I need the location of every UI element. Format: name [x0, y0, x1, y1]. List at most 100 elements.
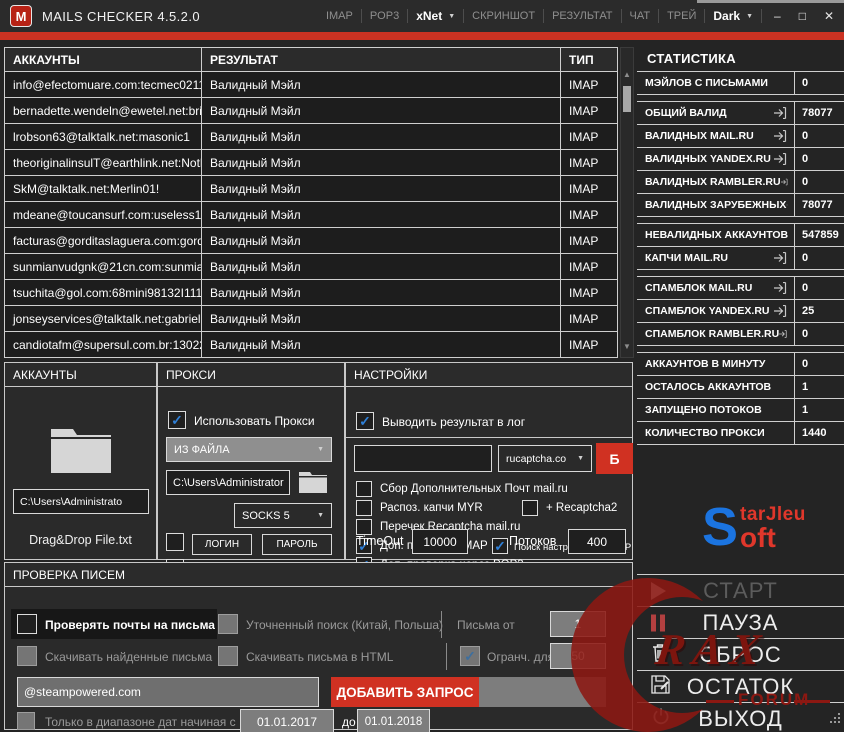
date-to-input[interactable]: 01.01.2018 — [357, 709, 430, 732]
table-row[interactable]: jonseyservices@talktalk.net:gabrielle Вал… — [5, 306, 617, 332]
add-query-button[interactable]: ДОБАВИТЬ ЗАПРОС — [331, 677, 479, 707]
column-header-type[interactable]: ТИП — [561, 48, 617, 71]
exit-button[interactable]: ВЫХОД — [637, 703, 844, 732]
export-arrow-icon[interactable] — [774, 107, 788, 119]
maximize-button[interactable]: □ — [799, 9, 806, 23]
password-button[interactable]: ПАРОЛЬ — [262, 534, 332, 555]
stat-label: ВАЛИДНЫХ MAIL.RU — [645, 130, 754, 142]
close-button[interactable]: ✕ — [824, 9, 834, 23]
menu-chat[interactable]: ЧАТ — [622, 10, 659, 22]
menu-xnet-dropdown[interactable]: xNet ▼ — [408, 9, 463, 23]
type-cell: IMAP — [569, 285, 599, 300]
start-button[interactable]: СТАРТ — [637, 575, 844, 607]
chevron-down-icon: ▼ — [448, 12, 456, 20]
accounts-panel-title: АККАУНТЫ — [5, 363, 156, 387]
balance-button[interactable]: Б — [596, 443, 633, 474]
proxy-file-field[interactable]: C:\Users\Administrator — [166, 470, 290, 495]
scrollbar-thumb[interactable] — [623, 86, 631, 112]
stat-row: МЭЙЛОВ С ПИСЬМАМИ 0 — [637, 72, 844, 95]
account-cell: candiotafm@supersul.com.br:13022( — [5, 332, 202, 357]
table-row[interactable]: sunmianvudgnk@21cn.com:sunmian Валидный М… — [5, 254, 617, 280]
pop3-limit-checkbox[interactable] — [460, 646, 480, 666]
date-to-label: до — [342, 715, 356, 729]
account-cell: lrobson63@talktalk.net:masonic1 — [5, 124, 202, 149]
captcha-key-input[interactable] — [354, 445, 492, 472]
menu-imap[interactable]: IMAP — [318, 10, 361, 22]
export-arrow-icon[interactable] — [774, 130, 788, 142]
proxy-type-dropdown[interactable]: SOCKS 5 ▼ — [234, 503, 332, 528]
pause-button[interactable]: ПАУЗА — [637, 607, 844, 639]
export-arrow-icon[interactable] — [786, 199, 788, 211]
use-proxy-checkbox[interactable] — [168, 411, 186, 429]
resize-grip[interactable] — [830, 711, 841, 729]
stat-row: ВАЛИДНЫХ RAMBLER.RU 0 — [637, 171, 844, 194]
table-row[interactable]: mdeane@toucansurf.com:useless1s Валидный … — [5, 202, 617, 228]
stat-row: КАПЧИ MAIL.RU 0 — [637, 247, 844, 270]
menu-pop3[interactable]: POP3 — [362, 10, 407, 22]
collect-extra-mail-checkbox[interactable] — [356, 481, 372, 497]
brand-logo: S tarJleu oft — [702, 500, 806, 554]
export-arrow-icon[interactable] — [774, 252, 788, 264]
pop3-limit-input[interactable]: 50 — [550, 643, 606, 669]
export-arrow-icon[interactable] — [779, 328, 788, 340]
type-cell: IMAP — [569, 311, 599, 326]
table-row[interactable]: lrobson63@talktalk.net:masonic1 Валидный … — [5, 124, 617, 150]
table-row[interactable]: info@efectomuare.com:tecmec0211 Валидный … — [5, 72, 617, 98]
table-row[interactable]: SkM@talktalk.net:Merlin01! Валидный Мэйл I… — [5, 176, 617, 202]
download-html-checkbox[interactable] — [218, 646, 238, 666]
column-header-accounts[interactable]: АККАУНТЫ — [5, 48, 202, 71]
letters-from-label: Письма от — [457, 618, 515, 632]
account-cell: bernadette.wendeln@ewetel.net:brir — [5, 98, 202, 123]
proxy-auth-checkbox[interactable] — [166, 533, 184, 551]
download-letters-checkbox[interactable] — [17, 646, 37, 666]
table-row[interactable]: bernadette.wendeln@ewetel.net:brir Валидн… — [5, 98, 617, 124]
query-input[interactable]: @steampowered.com — [17, 677, 319, 707]
minimize-button[interactable]: – — [774, 9, 781, 23]
theme-dropdown[interactable]: Dark ▼ — [705, 9, 761, 23]
stat-row: ЗАПУЩЕНО ПОТОКОВ 1 — [637, 399, 844, 422]
table-row[interactable]: tsuchita@gol.com:68mini98132I111 Валидный… — [5, 280, 617, 306]
stat-row: СПАМБЛОК RAMBLER.RU 0 — [637, 323, 844, 346]
date-from-input[interactable]: 01.01.2017 — [240, 709, 334, 732]
proxy-source-dropdown[interactable]: ИЗ ФАЙЛА ▼ — [166, 437, 332, 462]
table-row[interactable]: facturas@gorditaslaguera.com:gordi Валидн… — [5, 228, 617, 254]
folder-icon[interactable] — [49, 425, 113, 480]
letters-from-input[interactable]: 1 — [550, 611, 606, 637]
browse-folder-icon[interactable] — [298, 470, 328, 499]
export-arrow-icon[interactable] — [774, 153, 788, 165]
stat-value: 1 — [802, 404, 809, 416]
theme-label: Dark — [713, 9, 741, 23]
menu-tray[interactable]: ТРЕЙ — [659, 10, 704, 22]
remainder-button[interactable]: ОСТАТОК — [637, 671, 844, 703]
check-mail-checkbox[interactable] — [17, 614, 37, 634]
table-row[interactable]: theoriginalinsulT@earthlink.net:Noth Вали… — [5, 150, 617, 176]
menu-screenshot[interactable]: СКРИНШОТ — [464, 10, 543, 22]
scroll-down-icon[interactable]: ▼ — [621, 342, 633, 352]
threads-input[interactable]: 400 — [568, 529, 626, 554]
myr-captcha-checkbox[interactable] — [356, 500, 372, 516]
stat-value: 78077 — [802, 107, 833, 119]
app-title: MAILS CHECKER 4.5.2.0 — [42, 8, 200, 24]
type-cell: IMAP — [569, 129, 599, 144]
column-header-result[interactable]: РЕЗУЛЬТАТ — [202, 48, 561, 71]
timeout-input[interactable]: 10000 — [412, 529, 468, 554]
log-output-checkbox[interactable] — [356, 412, 374, 430]
export-arrow-icon[interactable] — [780, 176, 788, 188]
scroll-up-icon[interactable]: ▲ — [621, 70, 633, 80]
captcha-service-dropdown[interactable]: rucaptcha.co ▼ — [498, 445, 592, 472]
menu-result[interactable]: РЕЗУЛЬТАТ — [544, 10, 620, 22]
table-scrollbar[interactable]: ▲ ▼ — [620, 47, 634, 358]
date-range-checkbox[interactable] — [17, 712, 35, 730]
recaptcha2-checkbox[interactable] — [522, 500, 538, 516]
result-cell: Валидный Мэйл — [202, 306, 561, 331]
table-row[interactable]: candiotafm@supersul.com.br:13022(Валидны… — [5, 332, 617, 357]
type-cell: IMAP — [569, 155, 599, 170]
proxy-panel: ПРОКСИ Использовать Прокси ИЗ ФАЙЛА ▼ C:\… — [157, 362, 345, 577]
refined-search-checkbox[interactable] — [218, 614, 238, 634]
login-button[interactable]: ЛОГИН — [192, 534, 252, 555]
accounts-path-field[interactable]: C:\Users\Administrato — [13, 489, 149, 514]
export-arrow-icon[interactable] — [774, 282, 788, 294]
export-arrow-icon[interactable] — [774, 305, 788, 317]
result-cell: Валидный Мэйл — [202, 150, 561, 175]
reset-button[interactable]: СБРОС — [637, 639, 844, 671]
